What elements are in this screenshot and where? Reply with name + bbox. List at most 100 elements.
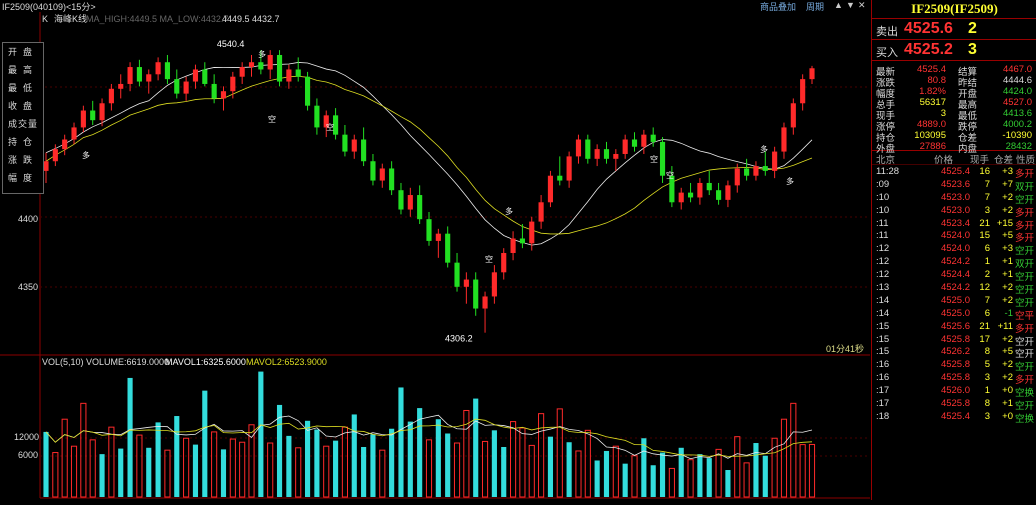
candle-body	[202, 69, 208, 84]
ma-low-line	[45, 75, 813, 235]
volume-bar	[211, 431, 218, 498]
chart-area[interactable]: K 海峰K线 MA_HIGH:4449.5 MA_LOW:4432.7 4449…	[0, 12, 870, 500]
menu-item-volume[interactable]: 成交量	[3, 115, 43, 133]
volume-bar	[80, 402, 87, 498]
scroll-down-icon[interactable]: ▼	[846, 0, 855, 10]
volume-bar	[725, 470, 731, 497]
trade-time: :13	[876, 282, 890, 294]
volume-bar	[668, 467, 675, 498]
stat-value: 4424.0	[1002, 86, 1032, 97]
trade-oi: -1	[1004, 307, 1013, 319]
volume-bar	[622, 463, 628, 497]
candle-body	[491, 272, 497, 297]
volume-bar	[631, 455, 638, 498]
volume-bar	[61, 418, 68, 498]
close-icon[interactable]: ✕	[858, 0, 866, 11]
trade-time: :10	[876, 204, 890, 216]
volume-bar	[641, 438, 647, 497]
trade-row[interactable]: :10 4523.0 3 +2 多开	[872, 204, 1036, 219]
trade-vol: 8	[984, 346, 990, 358]
trade-row[interactable]: :13 4524.2 12 +2 空开	[872, 281, 1036, 296]
stat-value: 4000.2	[1002, 119, 1032, 130]
trade-row[interactable]: :17 4525.8 8 +1 空开	[872, 397, 1036, 412]
trade-price: 4524.2	[940, 256, 970, 268]
candle-body	[71, 127, 77, 140]
trade-row[interactable]: :15 4526.2 8 +5 空开	[872, 345, 1036, 360]
ask-row[interactable]: 卖出 4525.6 2	[872, 19, 1036, 39]
candle-body	[463, 279, 469, 287]
candle-body	[716, 190, 722, 200]
candle-body	[164, 62, 171, 80]
candle-body	[146, 74, 152, 82]
col-time: 北京	[876, 155, 896, 166]
volume-bar	[491, 430, 497, 497]
candle-body	[706, 182, 712, 191]
scroll-up-icon[interactable]: ▲	[834, 0, 843, 10]
candle-body	[248, 62, 255, 68]
trade-row[interactable]: 11:28 4525.4 16 +3 多开	[872, 165, 1036, 180]
stat-value: 1.82%	[919, 86, 946, 97]
menu-item-high[interactable]: 最高	[3, 61, 43, 79]
candle-body	[781, 127, 787, 152]
trade-oi: +1	[1002, 398, 1013, 410]
trade-vol: 21	[979, 320, 990, 332]
candle-body	[108, 88, 114, 104]
trade-row[interactable]: :15 4525.8 17 +2 空开	[872, 333, 1036, 348]
trade-row[interactable]: :12 4524.2 1 +1 双开	[872, 255, 1036, 270]
trade-price: 4525.6	[940, 320, 970, 332]
price-tick: 4350	[18, 282, 38, 292]
kline-chart[interactable]: K 海峰K线 MA_HIGH:4449.5 MA_LOW:4432.7 4449…	[0, 12, 870, 500]
trade-time: :12	[876, 256, 890, 268]
trade-row[interactable]: :10 4523.0 7 +2 空开	[872, 191, 1036, 206]
trade-list[interactable]: 11:28 4525.4 16 +3 多开:09 4523.6 7 +7 双开:10 4523.0…	[872, 165, 1036, 425]
trade-row[interactable]: :12 4524.0 6 +3 空开	[872, 242, 1036, 257]
volume-bar	[501, 446, 507, 497]
candle-body	[314, 105, 320, 128]
trade-row[interactable]: :11 4524.0 15 +5 多开	[872, 229, 1036, 244]
candle-body	[174, 79, 180, 94]
candle-body	[211, 83, 217, 99]
stat-value: 4889.0	[916, 119, 946, 130]
trade-row[interactable]: :16 4525.8 3 +2 多开	[872, 371, 1036, 386]
trade-row[interactable]: :16 4525.8 5 +2 空开	[872, 358, 1036, 373]
trade-vol: 3	[984, 410, 990, 422]
trade-price: 4524.4	[940, 269, 970, 281]
trade-row[interactable]: :12 4524.4 2 +1 空开	[872, 268, 1036, 283]
menu-item-close[interactable]: 收盘	[3, 97, 43, 115]
candle-body	[687, 192, 694, 198]
trade-nature: 空换	[1015, 413, 1035, 425]
trade-oi: +2	[1002, 333, 1013, 345]
trade-row[interactable]: :14 4525.0 7 +2 空开	[872, 294, 1036, 309]
trade-row[interactable]: :09 4523.6 7 +7 双开	[872, 178, 1036, 193]
trade-row[interactable]: :14 4525.0 6 -1 空平	[872, 307, 1036, 322]
candle-body	[43, 161, 49, 171]
trade-oi: +5	[1002, 346, 1013, 358]
trade-row[interactable]: :15 4525.6 21 +11 多开	[872, 320, 1036, 335]
stat-row: 最新 4525.4 结算 4467.0	[872, 64, 1036, 78]
candle-body	[304, 76, 311, 106]
candle-body	[641, 134, 647, 147]
trade-oi: +15	[996, 217, 1013, 229]
trade-price: 4523.6	[940, 178, 970, 190]
trade-time: :15	[876, 320, 890, 332]
menu-item-open[interactable]: 开盘	[3, 43, 43, 61]
trade-row[interactable]: :11 4523.4 21 +15 多开	[872, 217, 1036, 232]
candle-body	[370, 161, 376, 181]
signal-long-marker: 多	[258, 49, 266, 59]
menu-item-oi[interactable]: 持仓	[3, 133, 43, 151]
trade-row[interactable]: :17 4526.0 1 +0 空换	[872, 384, 1036, 399]
trade-time: :12	[876, 269, 890, 281]
trade-time: :11	[876, 217, 889, 229]
bid-row[interactable]: 买入 4525.2 3	[872, 40, 1036, 60]
col-price: 价格	[934, 155, 954, 166]
candle-body	[650, 134, 656, 142]
menu-item-change[interactable]: 涨跌	[3, 151, 43, 169]
bid-price: 4525.2	[904, 41, 953, 58]
candle-body	[192, 69, 199, 82]
trade-price: 4525.4	[940, 410, 970, 422]
candle-body	[519, 238, 525, 244]
menu-item-pct[interactable]: 幅度	[3, 169, 43, 187]
trade-price: 4523.0	[940, 204, 970, 216]
trade-row[interactable]: :18 4525.4 3 +0 空换	[872, 410, 1036, 425]
menu-item-low[interactable]: 最低	[3, 79, 43, 97]
